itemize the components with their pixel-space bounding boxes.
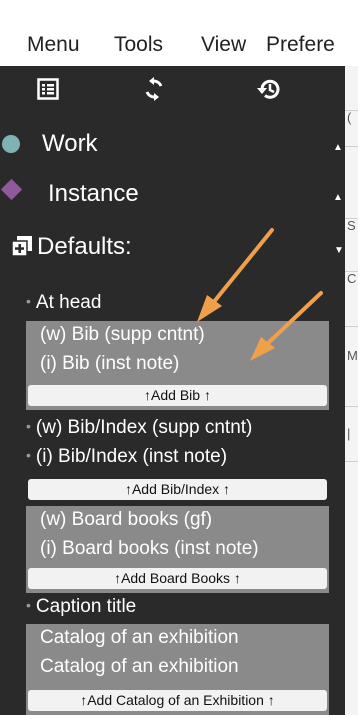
bib-group: (w) Bib (supp cntnt) (i) Bib (inst note)… bbox=[26, 321, 329, 410]
sync-icon[interactable] bbox=[141, 76, 167, 102]
section-instance-label: Instance bbox=[48, 180, 139, 207]
section-work-label: Work bbox=[42, 130, 98, 157]
list-item[interactable]: (w) Bib (supp cntnt) bbox=[40, 324, 205, 346]
collapse-arrow-icon[interactable]: ▲ bbox=[333, 142, 343, 153]
catalog-group: Catalog of an exhibition Catalog of an e… bbox=[26, 624, 329, 715]
collapse-arrow-icon[interactable]: ▲ bbox=[333, 192, 343, 203]
edge-char: C bbox=[347, 271, 357, 286]
list-item-label: (w) Bib/Index (supp cntnt) bbox=[35, 417, 253, 438]
add-box-icon bbox=[11, 236, 32, 257]
menu-item-view[interactable]: View bbox=[201, 33, 246, 57]
menu-item-preferences[interactable]: Prefere bbox=[266, 33, 335, 57]
list-item-bib-index-inst[interactable]: • (i) Bib/Index (inst note) bbox=[26, 446, 227, 468]
list-item[interactable]: (i) Bib (inst note) bbox=[40, 353, 179, 375]
list-item-label: Caption title bbox=[35, 596, 137, 617]
add-board-books-button[interactable]: ↑Add Board Books ↑ bbox=[28, 568, 327, 589]
menu-bar: Menu Tools View Prefere bbox=[0, 0, 358, 66]
add-bib-button[interactable]: ↑Add Bib ↑ bbox=[28, 385, 327, 406]
list-item[interactable]: (w) Board books (gf) bbox=[40, 509, 212, 531]
at-head-label: At head bbox=[35, 292, 102, 313]
menu-item-tools[interactable]: Tools bbox=[114, 33, 163, 57]
main-content-edge: ( S C M | bbox=[345, 66, 358, 715]
add-catalog-button[interactable]: ↑Add Catalog of an Exhibition ↑ bbox=[28, 690, 327, 711]
list-item[interactable]: (i) Board books (inst note) bbox=[40, 538, 259, 560]
expand-arrow-icon[interactable]: ▼ bbox=[334, 245, 344, 256]
section-defaults-label: Defaults: bbox=[37, 233, 132, 260]
list-item-label: (i) Bib/Index (inst note) bbox=[35, 446, 228, 467]
list-icon[interactable] bbox=[35, 76, 61, 102]
edge-char: S bbox=[347, 218, 356, 233]
work-dot-icon bbox=[2, 135, 20, 153]
board-books-group: (w) Board books (gf) (i) Board books (in… bbox=[26, 506, 329, 593]
history-icon[interactable] bbox=[256, 76, 282, 102]
list-item-caption-title[interactable]: • Caption title bbox=[26, 596, 136, 618]
edge-char: ( bbox=[347, 110, 352, 125]
menu-item-menu[interactable]: Menu bbox=[27, 33, 80, 57]
list-item[interactable]: Catalog of an exhibition bbox=[40, 627, 239, 649]
list-item[interactable]: Catalog of an exhibition bbox=[40, 656, 239, 678]
list-item-bib-index-work[interactable]: • (w) Bib/Index (supp cntnt) bbox=[26, 417, 252, 439]
edge-char: M bbox=[347, 348, 358, 363]
add-bib-index-button[interactable]: ↑Add Bib/Index ↑ bbox=[28, 479, 327, 500]
edge-char: | bbox=[347, 426, 351, 441]
list-item-at-head[interactable]: • At head bbox=[26, 292, 101, 314]
